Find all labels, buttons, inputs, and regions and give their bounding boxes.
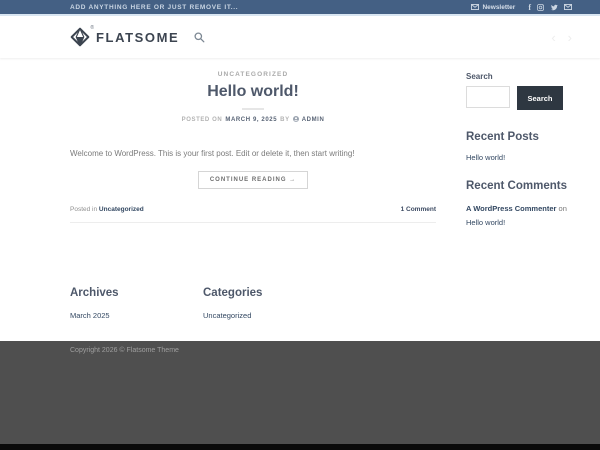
social-icons: f: [528, 4, 572, 11]
topbar-right: Newsletter f: [471, 4, 572, 11]
copyright-text: Copyright 2026 © Flatsome Theme: [70, 347, 572, 354]
post-column: UNCATEGORIZED Hello world! POSTED ON MAR…: [70, 58, 436, 231]
footer-dark: Copyright 2026 © Flatsome Theme: [0, 341, 600, 445]
meta-author[interactable]: ADMIN: [302, 117, 325, 123]
recent-posts-title: Recent Posts: [466, 131, 572, 143]
topbar-message: ADD ANYTHING HERE OR JUST REMOVE IT...: [70, 4, 238, 11]
author-avatar-icon: [293, 116, 299, 124]
prev-arrow[interactable]: ‹: [551, 31, 555, 44]
registered-mark: ®: [90, 25, 94, 31]
newsletter-label: Newsletter: [482, 4, 515, 11]
header-nav-arrows: ‹ ›: [551, 31, 572, 44]
search-button[interactable]: Search: [517, 86, 563, 110]
categories-title: Categories: [203, 287, 336, 299]
archive-link[interactable]: March 2025: [70, 311, 110, 320]
posted-in-label: Posted in: [70, 206, 99, 213]
post-category[interactable]: UNCATEGORIZED: [70, 71, 436, 78]
comment-post-link[interactable]: Hello world!: [466, 218, 505, 227]
search-widget-title: Search: [466, 72, 572, 81]
newsletter-link[interactable]: Newsletter: [471, 4, 515, 11]
recent-comment-item: A WordPress Commenter on Hello world!: [466, 202, 572, 231]
meta-date[interactable]: MARCH 9, 2025: [225, 117, 277, 123]
footer-bottom-edge: [0, 444, 600, 450]
meta-by: BY: [280, 117, 290, 123]
footer-widgets: Archives March 2025 Categories Uncategor…: [0, 231, 600, 341]
recent-post-link[interactable]: Hello world!: [466, 153, 572, 162]
twitter-icon[interactable]: [550, 4, 558, 11]
category-link[interactable]: Uncategorized: [203, 311, 251, 320]
facebook-icon[interactable]: f: [528, 4, 531, 11]
post-meta: POSTED ON MARCH 9, 2025 BY ADMIN: [70, 116, 436, 124]
email-icon[interactable]: [564, 4, 572, 10]
post-excerpt: Welcome to WordPress. This is your first…: [70, 148, 436, 159]
continue-reading-button[interactable]: CONTINUE READING →: [198, 171, 308, 189]
posted-in: Posted in Uncategorized: [70, 206, 144, 213]
search-input[interactable]: [466, 86, 510, 108]
site-header: ® FLATSOME ‹ ›: [0, 16, 600, 58]
logo-text: FLATSOME: [96, 30, 179, 45]
flatsome-logo-icon: ®: [70, 27, 90, 47]
post-title[interactable]: Hello world!: [70, 83, 436, 101]
recent-comments-title: Recent Comments: [466, 180, 572, 192]
archives-title: Archives: [70, 287, 203, 299]
comments-link[interactable]: 1 Comment: [401, 206, 436, 213]
categories-widget: Categories Uncategorized: [203, 287, 336, 323]
top-bar: ADD ANYTHING HERE OR JUST REMOVE IT... N…: [0, 0, 600, 14]
next-arrow[interactable]: ›: [568, 31, 572, 44]
title-divider: [242, 108, 264, 110]
comment-connector: on: [556, 204, 566, 213]
archives-widget: Archives March 2025: [70, 287, 203, 323]
search-icon[interactable]: [194, 32, 205, 43]
content-area: UNCATEGORIZED Hello world! POSTED ON MAR…: [0, 58, 600, 231]
comment-author-link[interactable]: A WordPress Commenter: [466, 204, 556, 213]
search-widget: Search: [466, 86, 572, 110]
envelope-icon: [471, 4, 479, 10]
posted-in-category-link[interactable]: Uncategorized: [99, 206, 144, 213]
continue-reading-row: CONTINUE READING →: [70, 168, 436, 189]
sidebar: Search Search Recent Posts Hello world! …: [466, 58, 572, 231]
post-footer-meta: Posted in Uncategorized 1 Comment: [70, 206, 436, 223]
site-logo[interactable]: ® FLATSOME: [70, 27, 179, 47]
meta-prefix: POSTED ON: [182, 117, 223, 123]
instagram-icon[interactable]: [537, 4, 544, 11]
